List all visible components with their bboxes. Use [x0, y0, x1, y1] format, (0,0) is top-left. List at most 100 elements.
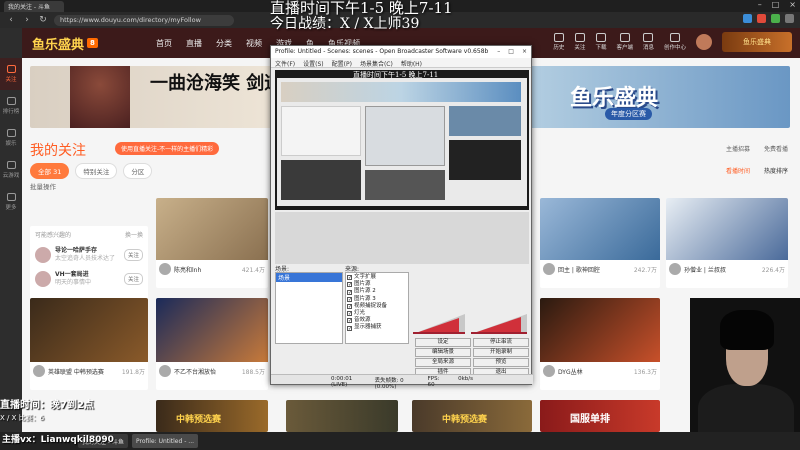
avatar	[159, 365, 171, 377]
taskbar-item-obs[interactable]: Profile: Untitled - ...	[131, 434, 199, 448]
filter-category[interactable]: 分区	[123, 163, 153, 179]
back-icon[interactable]: ‹	[6, 15, 16, 25]
stream-card[interactable]: 陈亮和lnh 421.4万	[156, 198, 268, 288]
avatar[interactable]	[696, 34, 712, 50]
checkbox-icon[interactable]: ✓	[347, 296, 352, 302]
streamer-recruit-link[interactable]: 主播招募	[726, 144, 750, 153]
rail-item-more[interactable]: 更多	[0, 186, 22, 218]
close-icon[interactable]: ×	[522, 48, 527, 56]
obs-window: Profile: Untitled - Scenes: scenes - Ope…	[270, 45, 533, 390]
stream-card[interactable]: 中韩预选赛	[156, 400, 268, 432]
rail-item-rank[interactable]: 排行榜	[0, 90, 22, 122]
nav-live[interactable]: 直播	[186, 38, 202, 49]
desktop-volume-meter[interactable]	[471, 312, 529, 334]
mic-volume-meter[interactable]	[413, 312, 467, 334]
rail-item-follow[interactable]: 关注	[0, 58, 22, 90]
forward-icon[interactable]: ›	[22, 15, 32, 25]
client-button[interactable]: 客户端	[616, 33, 633, 51]
checkbox-icon[interactable]: ✓	[347, 282, 352, 288]
free-watch-link[interactable]: 免费看播	[764, 144, 788, 153]
menu-file[interactable]: 文件(F)	[275, 59, 295, 68]
start-record-button[interactable]: 开始录制	[473, 348, 529, 357]
stream-card[interactable]: 中韩预选赛	[412, 400, 532, 432]
history-button[interactable]: 历史	[553, 33, 564, 51]
checkbox-icon[interactable]: ✓	[347, 318, 352, 324]
source-item[interactable]: ✓ 显示器捕获	[347, 324, 407, 331]
stream-card[interactable]: 国服单排	[540, 400, 660, 432]
sort-watch-time[interactable]: 看播时间	[726, 166, 750, 175]
message-button[interactable]: 消息	[643, 33, 654, 51]
stream-card[interactable]: 不乙不台湘放怡 188.5万	[156, 298, 268, 390]
history-label: 历史	[553, 45, 565, 51]
sort-heat[interactable]: 热度排序	[764, 166, 788, 175]
creator-button[interactable]: 创作中心	[664, 33, 686, 51]
nav-category[interactable]: 分类	[216, 38, 232, 49]
rail-label: 关注	[5, 77, 17, 83]
checkbox-icon[interactable]: ✓	[347, 303, 352, 309]
batch-manage[interactable]: 批量操作	[30, 181, 56, 191]
maximize-icon[interactable]: □	[772, 0, 780, 9]
extension-icon[interactable]	[743, 14, 752, 23]
follow-button[interactable]: 关注	[123, 273, 143, 285]
preview-button[interactable]: 预览	[473, 358, 529, 367]
recommend-item[interactable]: 导论一哈萨手存 太空追奇人员技术达了 关注	[30, 243, 148, 267]
checkbox-icon[interactable]: ✓	[347, 289, 352, 295]
rail-item-cloud[interactable]: 云游戏	[0, 154, 22, 186]
checkbox-icon[interactable]: ✓	[347, 275, 352, 281]
filter-special[interactable]: 特别关注	[75, 163, 118, 179]
recommend-item[interactable]: VH一套局进 明天的事情中 关注	[30, 267, 148, 291]
source-item[interactable]: ✓ 图片源 3	[347, 296, 407, 303]
viewer-count: 421.4万	[241, 266, 265, 274]
minimize-icon[interactable]: –	[758, 0, 762, 9]
source-item[interactable]: ✓ 图片源 2	[347, 288, 407, 295]
download-button[interactable]: 下载	[595, 33, 606, 51]
stream-card[interactable]	[286, 400, 398, 432]
menu-icon[interactable]	[785, 14, 794, 23]
obs-preview[interactable]: 直播时间下午1-5 晚上7-11	[275, 70, 529, 210]
minimize-icon[interactable]: –	[497, 48, 500, 56]
message-label: 消息	[642, 45, 654, 51]
global-sources-button[interactable]: 全局来源	[415, 358, 471, 367]
stream-card[interactable]: 回主 | 歌神回腔 242.7万	[540, 198, 660, 288]
stream-card[interactable]: DYG丛林 136.3万	[540, 298, 660, 390]
extension-icon[interactable]	[757, 14, 766, 23]
menu-settings[interactable]: 设置(S)	[303, 59, 324, 68]
site-logo[interactable]: 鱼乐盛典 8	[32, 31, 132, 55]
filter-all[interactable]: 全部 31	[30, 163, 70, 179]
refresh-button[interactable]: 换一换	[125, 230, 143, 239]
nav-home[interactable]: 首页	[156, 38, 172, 49]
extension-icon[interactable]	[771, 14, 780, 23]
dropped-frames: 丢失帧数: 0 (0.00%)	[374, 378, 404, 390]
checkbox-icon[interactable]: ✓	[347, 325, 352, 331]
close-icon[interactable]: ×	[789, 0, 796, 9]
source-item[interactable]: ✓ 视频捕捉设备	[347, 303, 407, 310]
browser-tab[interactable]: 我的关注 - 斗鱼	[4, 0, 64, 12]
menu-profile[interactable]: 配置(P)	[332, 59, 352, 68]
stream-thumbnail	[540, 298, 660, 362]
address-bar[interactable]: https://www.douyu.com/directory/myFollow	[54, 14, 234, 26]
header-promo[interactable]: 鱼乐盛典	[722, 32, 792, 52]
stream-card[interactable]: 英雄联盟 中韩预选赛 191.8万	[30, 298, 148, 390]
follow-tip[interactable]: 使用直播关注-不一样的主播们精彩	[115, 142, 220, 155]
follow-button[interactable]: 关注	[574, 33, 585, 51]
obs-titlebar[interactable]: Profile: Untitled - Scenes: scenes - Ope…	[271, 46, 531, 58]
scene-item[interactable]: 场景	[276, 273, 342, 282]
nav-video[interactable]: 视频	[246, 38, 262, 49]
edit-scene-button[interactable]: 编辑场景	[415, 348, 471, 357]
bell-icon	[643, 33, 654, 42]
menu-scene-collection[interactable]: 场景集合(C)	[360, 59, 393, 68]
menu-help[interactable]: 帮助(H)	[401, 59, 422, 68]
reload-icon[interactable]: ↻	[38, 15, 48, 25]
page-title: 我的关注	[30, 143, 86, 159]
rail-item-ent[interactable]: 娱乐	[0, 122, 22, 154]
scene-list: 场景	[275, 272, 343, 344]
source-label: 显示器捕获	[354, 324, 382, 331]
follow-button[interactable]: 关注	[123, 249, 143, 261]
maximize-icon[interactable]: □	[508, 48, 514, 56]
tv-icon	[6, 129, 16, 137]
settings-button[interactable]: 设定	[415, 338, 471, 347]
viewer-count: 188.5万	[241, 368, 265, 376]
checkbox-icon[interactable]: ✓	[347, 311, 352, 317]
stream-card[interactable]: 孙僧业 | 兰叔叔 226.4万	[666, 198, 788, 288]
stop-stream-button[interactable]: 停止串流	[473, 338, 529, 347]
